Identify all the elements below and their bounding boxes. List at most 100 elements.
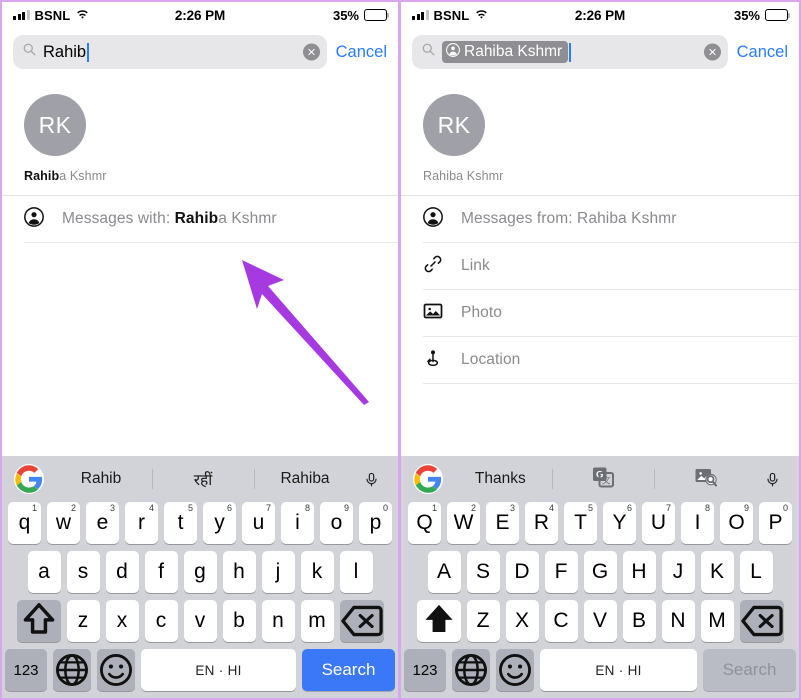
shift-icon[interactable] (16, 600, 61, 642)
result-row[interactable]: Link (401, 243, 799, 289)
key-e[interactable]: e3 (86, 502, 119, 544)
google-logo-icon[interactable] (14, 464, 44, 494)
key-z[interactable]: z (66, 600, 100, 642)
key-t[interactable]: t5 (164, 502, 197, 544)
key-R[interactable]: R4 (525, 502, 558, 544)
key-y[interactable]: y6 (203, 502, 236, 544)
emoji-icon[interactable] (97, 649, 135, 691)
key-x[interactable]: x (105, 600, 139, 642)
key-V[interactable]: V (583, 600, 617, 642)
suggestion-bar: Rahib रहीं Rahiba (2, 456, 398, 502)
key-S[interactable]: S (466, 551, 500, 593)
key-A[interactable]: A (427, 551, 461, 593)
key-l[interactable]: l (339, 551, 373, 593)
key-D[interactable]: D (505, 551, 539, 593)
key-Q[interactable]: Q1 (408, 502, 441, 544)
keyboard-row-3: zxcvbnm (2, 600, 398, 642)
key-n[interactable]: n (261, 600, 295, 642)
result-row[interactable]: Photo (401, 290, 799, 336)
key-o[interactable]: o9 (320, 502, 353, 544)
key-r[interactable]: r4 (125, 502, 158, 544)
numeric-mode-key[interactable]: 123 (5, 649, 47, 691)
globe-icon[interactable] (452, 649, 490, 691)
google-logo-icon[interactable] (413, 464, 443, 494)
key-q[interactable]: q1 (8, 502, 41, 544)
key-C[interactable]: C (544, 600, 578, 642)
key-number-hint: 8 (704, 503, 710, 513)
suggestion-thanks[interactable]: Thanks (449, 467, 552, 491)
key-K[interactable]: K (700, 551, 734, 593)
key-B[interactable]: B (622, 600, 656, 642)
key-W[interactable]: W2 (447, 502, 480, 544)
key-M[interactable]: M (700, 600, 734, 642)
key-d[interactable]: d (105, 551, 139, 593)
microphone-icon[interactable] (356, 469, 386, 490)
contact-card[interactable]: RK Rahiba Kshmr (401, 80, 799, 195)
key-a[interactable]: a (27, 551, 61, 593)
key-p[interactable]: p0 (359, 502, 392, 544)
key-j[interactable]: j (261, 551, 295, 593)
key-c[interactable]: c (144, 600, 178, 642)
globe-icon[interactable] (53, 649, 91, 691)
result-row[interactable]: Messages with: Rahiba Kshmr (2, 196, 398, 242)
space-key[interactable]: EN · HI (141, 649, 296, 691)
key-g[interactable]: g (183, 551, 217, 593)
cancel-button[interactable]: Cancel (737, 43, 788, 62)
shift-icon[interactable] (416, 600, 461, 642)
search-token-chip[interactable]: Rahiba Kshmr (442, 40, 569, 64)
suggestion-rahiba[interactable]: Rahiba (254, 467, 356, 491)
emoji-icon[interactable] (496, 649, 534, 691)
microphone-icon[interactable] (757, 469, 787, 490)
clear-circle-icon[interactable] (703, 43, 721, 61)
key-H[interactable]: H (622, 551, 656, 593)
key-O[interactable]: O9 (720, 502, 753, 544)
key-m[interactable]: m (300, 600, 334, 642)
key-s[interactable]: s (66, 551, 100, 593)
key-Z[interactable]: Z (466, 600, 500, 642)
search-icon (421, 42, 442, 62)
key-b[interactable]: b (222, 600, 256, 642)
suggestion-translate[interactable]: G文 (551, 467, 655, 491)
key-N[interactable]: N (661, 600, 695, 642)
key-U[interactable]: U7 (642, 502, 675, 544)
key-k[interactable]: k (300, 551, 334, 593)
key-u[interactable]: u7 (242, 502, 275, 544)
clear-circle-icon[interactable] (302, 43, 320, 61)
key-L[interactable]: L (739, 551, 773, 593)
suggestion-hindi[interactable]: रहीं (152, 467, 254, 491)
status-clock: 2:26 PM (574, 7, 626, 23)
key-P[interactable]: P0 (759, 502, 792, 544)
backspace-icon[interactable] (739, 600, 784, 642)
suggestion-rahib[interactable]: Rahib (50, 467, 152, 491)
key-i[interactable]: i8 (281, 502, 314, 544)
result-row[interactable]: Messages from: Rahiba Kshmr (401, 196, 799, 242)
key-G[interactable]: G (583, 551, 617, 593)
key-f[interactable]: f (144, 551, 178, 593)
search-bar: Rahiba Kshmr Cancel (401, 28, 799, 80)
backspace-icon[interactable] (339, 600, 384, 642)
key-number-hint: 7 (265, 503, 271, 513)
key-F[interactable]: F (544, 551, 578, 593)
search-key[interactable]: Search (703, 649, 796, 691)
key-I[interactable]: I8 (681, 502, 714, 544)
contact-card[interactable]: RK Rahiba Kshmr (2, 80, 398, 195)
search-key[interactable]: Search (302, 649, 395, 691)
search-input[interactable]: Rahib (13, 35, 327, 69)
key-Y[interactable]: Y6 (603, 502, 636, 544)
space-key[interactable]: EN · HI (540, 649, 697, 691)
search-input-value[interactable]: Rahib (43, 44, 86, 61)
result-row[interactable]: Location (401, 337, 799, 383)
key-v[interactable]: v (183, 600, 217, 642)
key-w[interactable]: w2 (47, 502, 80, 544)
keyboard-row-1: Q1W2E3R4T5Y6U7I8O9P0 (401, 502, 799, 544)
key-E[interactable]: E3 (486, 502, 519, 544)
key-h[interactable]: h (222, 551, 256, 593)
key-X[interactable]: X (505, 600, 539, 642)
on-screen-keyboard: Thanks G 文 Q 1 W 2 E 3 R 4 T 5 Y 6 U 7 I 8 O 9 P 0 A S D F G H J K L Z X C… (401, 456, 799, 698)
suggestion-image-search[interactable] (654, 467, 757, 491)
key-T[interactable]: T5 (564, 502, 597, 544)
search-input[interactable]: Rahiba Kshmr (412, 35, 728, 69)
cancel-button[interactable]: Cancel (336, 43, 387, 62)
key-J[interactable]: J (661, 551, 695, 593)
numeric-mode-key[interactable]: 123 (404, 649, 446, 691)
